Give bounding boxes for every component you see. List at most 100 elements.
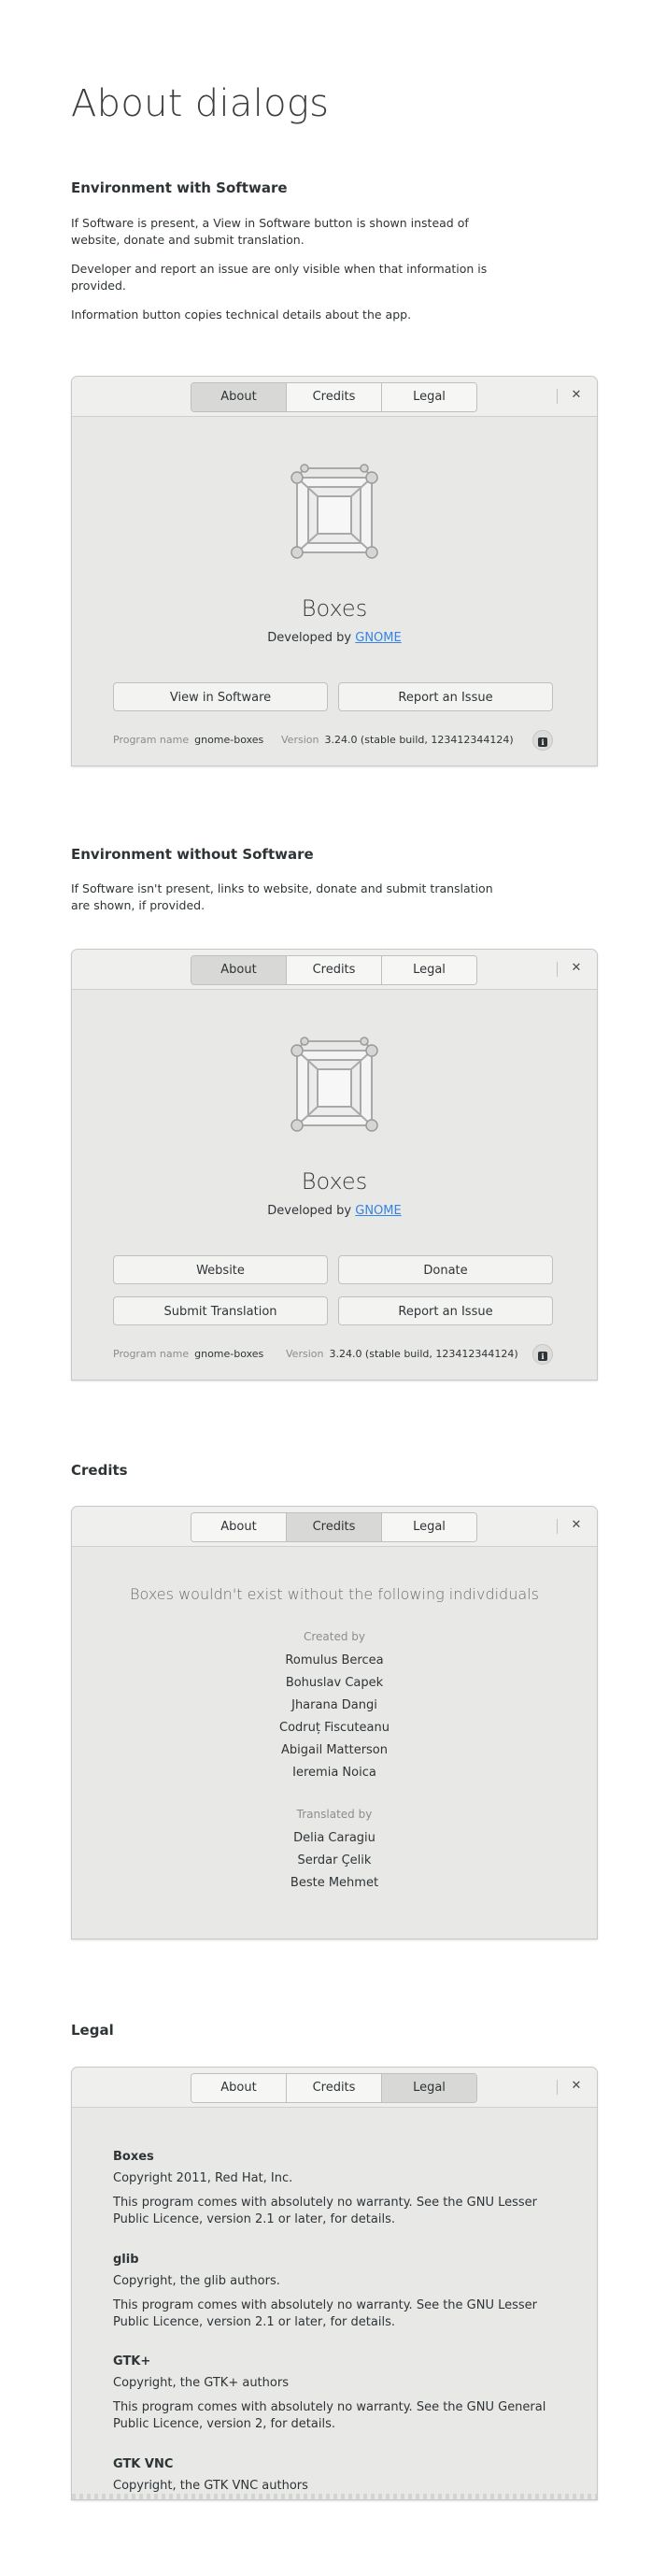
header-bar: About Credits Legal ✕ [72,377,597,417]
header-bar: About Credits Legal ✕ [72,1507,597,1547]
program-name-row: Program name gnome-boxes [113,1348,263,1360]
legal-entry: GTK+ Copyright, the GTK+ authors This pr… [113,2354,552,2433]
info-icon: i [538,1352,547,1361]
legal-entry-copyright: Copyright, the glib authors. [113,2274,280,2288]
legal-entry-name: GTK VNC [113,2457,174,2471]
close-icon[interactable]: ✕ [567,2077,586,2096]
header-bar: About Credits Legal ✕ [72,2068,597,2108]
tab-credits[interactable]: Credits [287,1513,382,1541]
header-separator [557,962,558,977]
tab-legal[interactable]: Legal [382,383,476,411]
credit-person: Jharana Dangi [291,1698,377,1712]
tab-credits[interactable]: Credits [287,383,382,411]
credit-person: Delia Caragiu [293,1831,376,1845]
credit-person: Ieremia Noica [292,1766,376,1780]
version-value: 3.24.0 (stable build, 123412344124) [324,734,514,746]
tab-about[interactable]: About [191,383,287,411]
tab-credits[interactable]: Credits [287,956,382,984]
paragraph: If Software isn't present, links to webs… [71,881,493,912]
app-name: Boxes [301,595,368,622]
program-name-value: gnome-boxes [194,1348,264,1360]
created-by-list: Romulus Bercea Bohuslav Capek Jharana Da… [72,1650,597,1784]
page-title: About dialogs [71,82,330,125]
legal-entry: Boxes Copyright 2011, Red Hat, Inc. This… [113,2150,552,2228]
app-name: Boxes [301,1168,368,1195]
legal-entry-name: GTK+ [113,2354,151,2368]
developer-link[interactable]: GNOME [355,1204,401,1218]
paragraph: If Software is present, a View in Softwa… [71,216,469,247]
credit-person: Romulus Bercea [285,1653,384,1667]
developer-line: Developed by GNOME [72,1204,597,1218]
legal-dialog: About Credits Legal ✕ Boxes Copyright 20… [71,2067,598,2500]
about-dialog-without-software: About Credits Legal ✕ Boxes Developed by… [71,949,598,1381]
legal-entry-copyright: Copyright 2011, Red Hat, Inc. [113,2171,293,2185]
legal-entry-license: This program comes with absolutely no wa… [113,2196,538,2226]
close-icon[interactable]: ✕ [567,386,586,405]
version-label: Version [286,1348,324,1360]
tab-about[interactable]: About [191,2074,287,2102]
program-name-label: Program name [113,734,190,746]
website-button[interactable]: Website [113,1255,328,1284]
paragraph: Information button copies technical deta… [71,308,412,322]
legal-entry-name: glib [113,2253,139,2267]
developed-by-label: Developed by [267,1204,356,1218]
boxes-app-icon [290,1037,378,1132]
about-dialog-with-software: About Credits Legal ✕ Boxes Developed by… [71,376,598,766]
donate-button[interactable]: Donate [338,1255,553,1284]
program-name-value: gnome-boxes [194,734,264,746]
section-heading-without-software: Environment without Software [71,846,314,863]
developer-link[interactable]: GNOME [355,631,401,645]
developed-by-label: Developed by [267,631,356,645]
program-name-row: Program name gnome-boxes [113,734,263,746]
report-issue-button[interactable]: Report an Issue [338,1296,553,1325]
report-issue-button[interactable]: Report an Issue [338,682,553,711]
legal-entry-license: This program comes with absolutely no wa… [113,2298,538,2329]
credit-person: Serdar Çelik [297,1853,372,1868]
tab-switcher: About Credits Legal [191,382,477,412]
credit-person: Abigail Matterson [280,1743,389,1757]
developer-line: Developed by GNOME [72,631,597,645]
tab-switcher: About Credits Legal [191,955,477,985]
close-icon[interactable]: ✕ [567,1516,586,1535]
legal-entry-copyright: Copyright, the GTK+ authors [113,2376,289,2390]
header-separator [557,2080,558,2095]
credit-person: Codruț Fiscuteanu [279,1721,390,1735]
tab-credits[interactable]: Credits [287,2074,382,2102]
tab-legal[interactable]: Legal [382,956,476,984]
section-heading-with-software: Environment with Software [71,179,288,196]
scroll-cutoff-edge [72,2494,597,2499]
section-heading-legal: Legal [71,2022,114,2039]
tab-switcher: About Credits Legal [191,1512,477,1542]
info-icon: i [538,737,547,747]
tab-about[interactable]: About [191,1513,287,1541]
legal-entry-name: Boxes [113,2150,154,2164]
close-icon[interactable]: ✕ [567,959,586,978]
legal-entry: glib Copyright, the glib authors. This p… [113,2253,552,2331]
credit-person: Beste Mehmet [290,1876,379,1890]
submit-translation-button[interactable]: Submit Translation [113,1296,328,1325]
section-heading-credits: Credits [71,1462,128,1479]
tab-legal[interactable]: Legal [382,2074,476,2102]
version-label: Version [281,734,319,746]
header-separator [557,1519,558,1534]
tab-about[interactable]: About [191,956,287,984]
info-button[interactable]: i [532,730,553,751]
version-value: 3.24.0 (stable build, 123412344124) [329,1348,518,1360]
credits-dialog: About Credits Legal ✕ Boxes wouldn't exi… [71,1506,598,1939]
header-bar: About Credits Legal ✕ [72,950,597,990]
translated-by-label: Translated by [296,1808,373,1821]
tab-switcher: About Credits Legal [191,2073,477,2103]
legal-entry-license: This program comes with absolutely no wa… [113,2400,546,2431]
paragraph: Developer and report an issue are only v… [71,262,488,293]
tab-legal[interactable]: Legal [382,1513,476,1541]
translated-by-list: Delia Caragiu Serdar Çelik Beste Mehmet [72,1827,597,1895]
info-button[interactable]: i [532,1344,553,1365]
legal-entry-copyright: Copyright, the GTK VNC authors [113,2479,308,2493]
version-row: Version 3.24.0 (stable build, 12341234412… [286,1348,518,1360]
credit-person: Bohuslav Capek [285,1676,384,1690]
view-in-software-button[interactable]: View in Software [113,682,328,711]
created-by-label: Created by [303,1630,366,1643]
header-separator [557,389,558,404]
boxes-app-icon [290,464,378,559]
program-name-label: Program name [113,1348,190,1360]
